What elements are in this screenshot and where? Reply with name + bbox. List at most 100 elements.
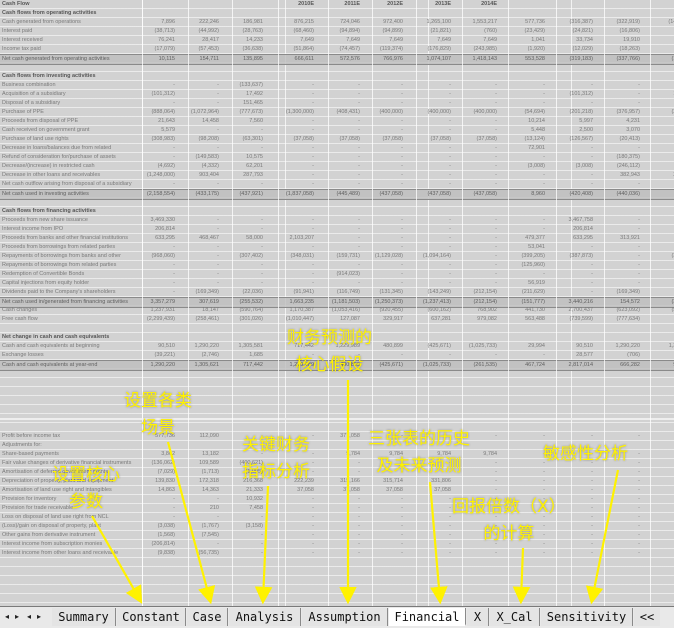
cell-value[interactable]: 90,510 xyxy=(135,342,175,351)
cell-value[interactable]: 633,295 xyxy=(135,234,175,243)
cell-value[interactable]: 37,058 xyxy=(363,486,403,495)
cell-value[interactable]: 382,943 xyxy=(600,171,640,180)
cell-value[interactable]: 17,492 xyxy=(223,90,263,99)
cell-value[interactable]: 151,465 xyxy=(223,99,263,108)
cell-value[interactable]: 17,4 xyxy=(644,90,674,99)
cell-value[interactable]: 3,070 xyxy=(600,126,640,135)
cell-value[interactable]: - xyxy=(644,504,674,513)
cell-value[interactable]: (1,300,000) xyxy=(274,108,314,117)
cell-value[interactable]: (777,673) xyxy=(223,108,263,117)
cell-value[interactable]: 9,784 xyxy=(320,450,360,459)
cell-value[interactable]: - xyxy=(363,234,403,243)
cell-value[interactable]: - xyxy=(553,99,593,108)
cell-value[interactable]: (2, xyxy=(644,135,674,144)
cell-value[interactable]: - xyxy=(411,243,451,252)
cell-value[interactable]: - xyxy=(223,126,263,135)
cell-value[interactable]: (2,746) xyxy=(179,351,219,360)
cell-value[interactable]: 1,305,621 xyxy=(179,361,219,370)
cell-value[interactable]: (920,455) xyxy=(363,306,403,315)
cell-value[interactable]: (20,413) xyxy=(600,135,641,144)
cell-value[interactable]: 1,237,931 xyxy=(135,306,175,315)
cell-value[interactable]: - xyxy=(600,252,640,261)
cell-value[interactable]: (37,058) xyxy=(411,135,452,144)
cell-value[interactable]: - xyxy=(553,270,593,279)
cell-value[interactable]: - xyxy=(411,153,451,162)
cell-value[interactable]: - xyxy=(363,279,403,288)
tab-analysis[interactable]: Analysis xyxy=(229,608,301,626)
cell-value[interactable]: - xyxy=(320,459,360,468)
cell-value[interactable]: (37,058) xyxy=(457,135,498,144)
cell-value[interactable]: (57,453) xyxy=(179,45,220,54)
cell-value[interactable]: - xyxy=(644,225,674,234)
cell-value[interactable]: - xyxy=(411,504,451,513)
cell-value[interactable]: - xyxy=(457,162,497,171)
cell-value[interactable]: 2,817,014 xyxy=(553,361,593,370)
cell-value[interactable]: (888,064) xyxy=(135,108,175,117)
cell-value[interactable]: - xyxy=(363,162,403,171)
cell-value[interactable]: (28,763) xyxy=(223,27,264,36)
cell-value[interactable]: - xyxy=(274,81,314,90)
cell-value[interactable]: (1,129,028) xyxy=(363,252,403,261)
cell-value[interactable]: - xyxy=(457,225,497,234)
cell-value[interactable]: - xyxy=(363,540,403,549)
cell-value[interactable]: - xyxy=(644,261,674,270)
cell-value[interactable]: (18,263) xyxy=(600,45,641,54)
cell-value[interactable]: - xyxy=(274,117,314,126)
cell-value[interactable]: (212,154) xyxy=(457,288,497,297)
cell-value[interactable]: - xyxy=(600,144,640,153)
cell-value[interactable]: - xyxy=(553,549,593,558)
cell-value[interactable]: (16, xyxy=(644,270,674,279)
cell-value[interactable]: - xyxy=(223,531,263,540)
cell-value[interactable]: 20, xyxy=(644,234,674,243)
cell-value[interactable]: 1,309, xyxy=(644,342,674,351)
cell-value[interactable]: - xyxy=(457,180,497,189)
cell-value[interactable]: 7,896 xyxy=(135,18,175,27)
cell-value[interactable]: - xyxy=(274,243,314,252)
cell-value[interactable]: - xyxy=(553,468,593,477)
cell-value[interactable]: (159,731) xyxy=(320,252,360,261)
cell-value[interactable]: - xyxy=(320,225,360,234)
cell-value[interactable]: 28,417 xyxy=(179,36,219,45)
cell-value[interactable]: 7,649 xyxy=(363,36,403,45)
cell-value[interactable]: (94,894) xyxy=(320,27,361,36)
cell-value[interactable]: - xyxy=(505,270,545,279)
cell-value[interactable]: (1,025,733) xyxy=(411,361,451,370)
cell-value[interactable]: - xyxy=(320,495,360,504)
cell-value[interactable]: - xyxy=(179,126,219,135)
cell-value[interactable]: 2,700,437 xyxy=(553,306,593,315)
cell-value[interactable]: - xyxy=(135,243,175,252)
cell-value[interactable]: - xyxy=(223,225,263,234)
cell-value[interactable]: - xyxy=(505,216,545,225)
cell-value[interactable]: (243,985) xyxy=(457,45,497,54)
cell-value[interactable]: - xyxy=(600,504,640,513)
cell-value[interactable]: 329,917 xyxy=(363,315,403,324)
cell-value[interactable]: - xyxy=(457,261,497,270)
cell-value[interactable]: - xyxy=(320,144,360,153)
cell-value[interactable]: 441,730 xyxy=(505,306,545,315)
cell-value[interactable]: - xyxy=(135,279,175,288)
cell-value[interactable]: 109,589 xyxy=(179,459,219,468)
cell-value[interactable]: - xyxy=(320,153,360,162)
cell-value[interactable]: (136,062) xyxy=(135,459,175,468)
cell-value[interactable]: 10,932 xyxy=(223,495,263,504)
tab-summary[interactable]: Summary xyxy=(52,608,116,626)
cell-value[interactable]: (322,919) xyxy=(600,18,640,27)
cell-value[interactable]: 7,560 xyxy=(223,117,263,126)
cell-value[interactable]: - xyxy=(553,288,593,297)
cell-value[interactable]: (246,112) xyxy=(600,162,640,171)
cell-value[interactable]: - xyxy=(644,450,674,459)
cell-value[interactable]: - xyxy=(505,450,545,459)
cell-value[interactable]: - xyxy=(320,126,360,135)
cell-value[interactable]: 6, xyxy=(644,36,674,45)
cell-value[interactable]: (777,634) xyxy=(600,315,640,324)
cell-value[interactable]: - xyxy=(644,459,674,468)
cell-value[interactable]: - xyxy=(320,90,360,99)
cell-value[interactable]: - xyxy=(600,270,640,279)
cell-value[interactable]: - xyxy=(179,180,219,189)
cell-value[interactable]: - xyxy=(411,117,451,126)
cell-value[interactable]: (22,036) xyxy=(223,288,264,297)
cell-value[interactable]: (1,010,447) xyxy=(274,315,314,324)
cell-value[interactable]: - xyxy=(600,99,640,108)
cell-value[interactable]: - xyxy=(320,243,360,252)
cell-value[interactable]: (261,535) xyxy=(457,361,497,370)
